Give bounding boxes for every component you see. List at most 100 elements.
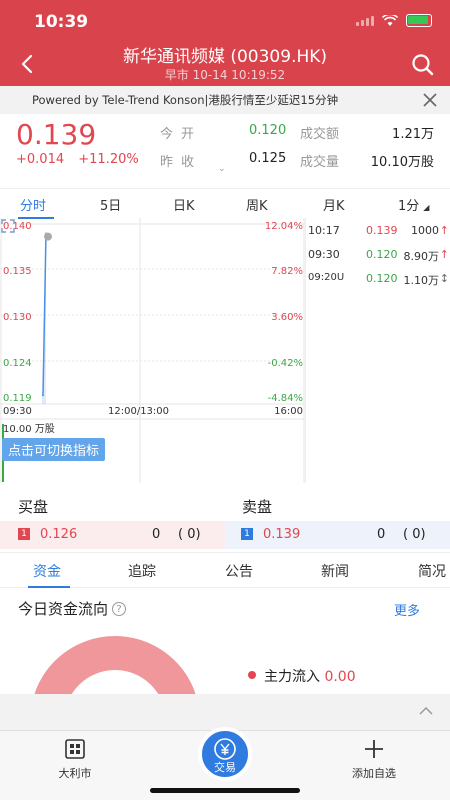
x-tick: 12:00/13:00 xyxy=(108,406,170,417)
intraday-chart[interactable]: 0.140 0.135 0.130 0.124 0.119 12.04% 7.8… xyxy=(0,218,305,483)
tab-profile[interactable]: 简况 xyxy=(418,561,446,581)
dropdown-icon: ◢ xyxy=(423,203,430,212)
page-title: 新华通讯频媒 (00309.HK) xyxy=(122,47,328,67)
tab-1min[interactable]: 1分 ◢ xyxy=(398,195,429,214)
trade-direction-icon: ↑ xyxy=(439,248,449,261)
y-tick-left: 0.130 xyxy=(3,312,32,323)
signal-icon xyxy=(356,15,374,26)
y-tick-right: -0.42% xyxy=(267,358,303,369)
last-price: 0.139 xyxy=(16,118,97,151)
bid-orders: ( 0) xyxy=(178,527,201,542)
legend-dot xyxy=(248,671,256,679)
y-tick-right: -4.84% xyxy=(267,393,303,404)
close-icon[interactable] xyxy=(422,92,438,108)
y-tick-left: 0.124 xyxy=(3,358,32,369)
trade-direction-icon: ↕ xyxy=(439,272,449,285)
search-icon[interactable] xyxy=(410,52,436,78)
nav-market[interactable]: 大利市 xyxy=(35,737,115,781)
trade-row: 09:30 0.120 8.90万 ↑ xyxy=(306,244,450,266)
tab-intraday[interactable]: 分时 xyxy=(20,195,46,214)
bid-price: 0.126 xyxy=(40,527,78,542)
volume-scale-label: 10.00 万股 xyxy=(3,424,55,435)
ask-level: 1 0.139 0 ( 0) xyxy=(225,521,450,549)
delay-notice-text: Powered by Tele-Trend Konson|港股行情至少延迟15分… xyxy=(32,93,339,107)
tab-tracking[interactable]: 追踪 xyxy=(128,561,156,581)
prev-close-label: 昨收 xyxy=(160,155,203,170)
trade-ticks: 10:17 0.139 1000 ↑ 09:30 0.120 8.90万 ↑ 0… xyxy=(305,218,450,483)
plus-icon xyxy=(365,740,383,758)
change-percent: +11.20% xyxy=(78,152,139,167)
ask-level-badge: 1 xyxy=(241,528,253,540)
help-icon[interactable]: ? xyxy=(112,602,127,616)
x-tick: 09:30 xyxy=(3,406,32,417)
trade-time: 09:30 xyxy=(308,248,340,261)
turnover-label: 成交额 xyxy=(300,127,340,142)
capital-flow-legend: 主力流入 0.00 xyxy=(248,666,356,686)
tab-1min-label: 1分 xyxy=(398,199,420,214)
capital-flow-title: 今日资金流向? xyxy=(18,598,127,619)
status-time: 10:39 xyxy=(34,12,89,32)
trade-time: 09:20U xyxy=(308,272,345,283)
ask-orders: ( 0) xyxy=(403,527,426,542)
ask-title: 卖盘 xyxy=(242,498,273,516)
trade-time: 10:17 xyxy=(308,224,340,237)
trade-direction-icon: ↑ xyxy=(439,224,449,237)
quote-panel: 0.139 +0.014 +11.20% 今开 0.120 成交额 1.21万 … xyxy=(0,114,450,186)
last-price-dot xyxy=(44,232,52,241)
info-section-tabs: 资金 追踪 公告 新闻 简况 xyxy=(0,552,450,588)
y-tick-right: 3.60% xyxy=(271,312,303,323)
tab-announcements[interactable]: 公告 xyxy=(225,561,253,581)
nav-add-watchlist-label: 添加自选 xyxy=(352,767,396,780)
nav-add-watchlist[interactable]: 添加自选 xyxy=(334,737,414,781)
trade-qty: 8.90万 xyxy=(403,250,440,263)
tab-news[interactable]: 新闻 xyxy=(321,561,349,581)
trade-button-label: 交易 xyxy=(214,761,236,774)
header: 10:39 新华通讯频媒 (00309.HK) 早市 10-14 10:19:5… xyxy=(0,0,450,86)
status-icons xyxy=(356,14,432,27)
chart-period-tabs: 分时 5日 日K 周K 月K 1分 ◢ xyxy=(0,188,450,219)
wifi-icon xyxy=(382,14,398,26)
ask-price: 0.139 xyxy=(263,527,301,542)
bid-level-badge: 1 xyxy=(18,528,30,540)
open-label: 今开 xyxy=(160,127,203,142)
change-amount: +0.014 xyxy=(16,152,65,167)
trade-qty: 1.10万 xyxy=(403,274,440,287)
y-tick-right: 7.82% xyxy=(271,266,303,277)
switch-indicator-tip[interactable]: 点击可切换指标 xyxy=(2,438,106,461)
trade-row: 10:17 0.139 1000 ↑ xyxy=(306,220,450,242)
home-indicator xyxy=(150,788,300,793)
volume-label: 成交量 xyxy=(300,155,340,170)
market-session: 早市 10-14 10:19:52 xyxy=(164,68,286,82)
legend-label: 主力流入 xyxy=(264,669,320,685)
tab-daily-k[interactable]: 日K xyxy=(173,195,195,214)
grid-icon xyxy=(65,739,85,759)
battery-icon xyxy=(406,14,432,27)
tab-weekly-k[interactable]: 周K xyxy=(246,195,268,214)
collapse-bar[interactable] xyxy=(0,694,450,730)
capital-flow-title-text: 今日资金流向 xyxy=(18,600,109,618)
trade-row: 09:20U 0.120 1.10万 ↕ xyxy=(306,268,450,290)
prev-close-value: 0.125 xyxy=(249,151,287,166)
y-tick-right: 12.04% xyxy=(264,221,303,232)
tab-capital[interactable]: 资金 xyxy=(33,561,61,581)
y-tick-left: 0.135 xyxy=(3,266,32,277)
x-tick: 16:00 xyxy=(274,406,303,417)
delay-notice-bar: Powered by Tele-Trend Konson|港股行情至少延迟15分… xyxy=(0,86,450,114)
trade-price: 0.139 xyxy=(366,224,398,237)
ask-qty: 0 xyxy=(377,527,386,542)
fullscreen-icon[interactable] xyxy=(0,218,16,234)
y-tick-left: 0.119 xyxy=(3,393,32,404)
more-link[interactable]: 更多 xyxy=(394,600,420,619)
turnover-value: 1.21万 xyxy=(392,127,434,142)
trade-price: 0.120 xyxy=(366,248,398,261)
tab-monthly-k[interactable]: 月K xyxy=(323,195,345,214)
expand-quote-icon[interactable]: ⌄ xyxy=(218,164,226,174)
trade-qty: 1000 xyxy=(411,224,439,237)
order-book-row: 1 0.126 0 ( 0) 1 0.139 0 ( 0) xyxy=(0,521,450,549)
chevron-up-icon[interactable] xyxy=(418,704,434,718)
tab-5day[interactable]: 5日 xyxy=(100,195,121,214)
volume-value: 10.10万股 xyxy=(370,155,434,170)
open-value: 0.120 xyxy=(249,123,287,138)
legend-value: 0.00 xyxy=(324,669,356,685)
stock-detail-screen: 10:39 新华通讯频媒 (00309.HK) 早市 10-14 10:19:5… xyxy=(0,0,450,800)
